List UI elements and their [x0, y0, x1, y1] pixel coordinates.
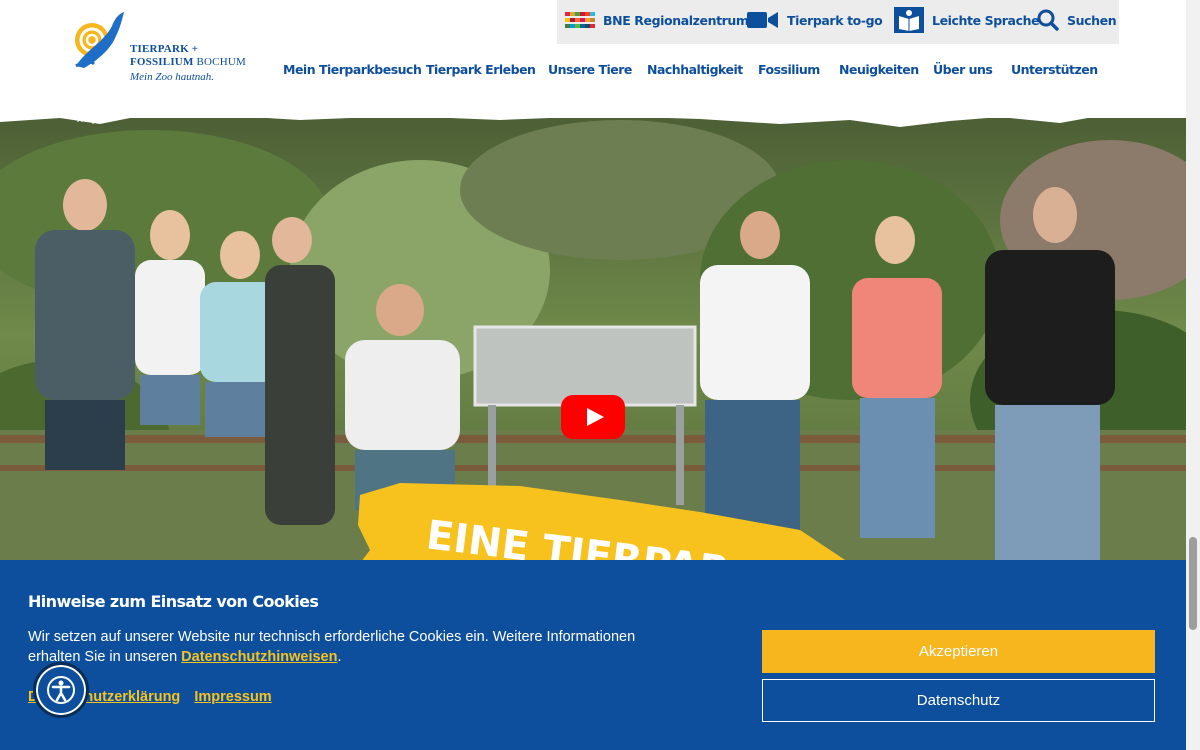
logo-line-2-bold: FOSSILIUM	[130, 56, 194, 68]
logo-line-2-thin: BOCHUM	[193, 56, 246, 68]
accept-cookies-button[interactable]: Akzeptieren	[762, 630, 1155, 673]
utility-label-to-go: Tierpark to-go	[787, 12, 883, 28]
utility-label-bne: BNE Regionalzentrum	[603, 12, 749, 28]
cookie-text-end: .	[337, 649, 342, 665]
utility-link-search[interactable]: Suchen	[1037, 0, 1117, 40]
imprint-link[interactable]: Impressum	[194, 689, 271, 705]
nav-item-fossilium[interactable]: Fossilium	[758, 62, 820, 77]
nav-item-neuigkeiten[interactable]: Neuigkeiten	[839, 62, 919, 77]
nav-item-nachhaltigkeit[interactable]: Nachhaltigkeit	[647, 62, 743, 77]
logo-line-2: FOSSILIUM BOCHUM	[130, 56, 246, 68]
accessibility-button[interactable]	[33, 662, 89, 718]
accessibility-person-icon	[47, 676, 75, 704]
tierpark-logo[interactable]: TIERPARK + FOSSILIUM BOCHUM Mein Zoo hau…	[72, 8, 262, 88]
utility-link-to-go[interactable]: Tierpark to-go	[747, 0, 883, 40]
youtube-play-icon[interactable]	[561, 395, 625, 439]
logo-line-1: TIERPARK +	[130, 43, 199, 55]
nav-item-ueber-uns[interactable]: Über uns	[933, 62, 993, 77]
nav-item-unterstuetzen[interactable]: Unterstützen	[1011, 62, 1098, 77]
utility-link-bne[interactable]: BNE Regionalzentrum	[565, 0, 749, 40]
easy-language-book-icon	[894, 7, 924, 33]
torn-paper-edge	[0, 96, 1186, 127]
cookie-title: Hinweise zum Einsatz von Cookies	[28, 592, 319, 611]
cookie-privacy-notice-link[interactable]: Datenschutzhinweisen	[181, 649, 337, 665]
utility-navigation: BNE Regionalzentrum Tierpark to-go Leich…	[557, 0, 1119, 44]
hero-video[interactable]: EINE TIERPAR	[0, 100, 1186, 570]
utility-label-search: Suchen	[1067, 12, 1117, 28]
search-icon	[1037, 9, 1059, 31]
sdg-grid-icon	[565, 12, 595, 28]
privacy-settings-button[interactable]: Datenschutz	[762, 679, 1155, 722]
utility-link-leichte-sprache[interactable]: Leichte Sprache	[894, 0, 1040, 40]
nav-item-unsere-tiere[interactable]: Unsere Tiere	[548, 62, 632, 77]
scrollbar-thumb[interactable]	[1189, 537, 1197, 630]
nav-item-tierpark-erleben[interactable]: Tierpark Erleben	[426, 62, 536, 77]
logo-tagline: Mein Zoo hautnah.	[130, 71, 215, 83]
hero-video-thumbnail: EINE TIERPAR	[0, 100, 1186, 570]
page-scrollbar[interactable]	[1186, 0, 1200, 750]
video-camera-icon	[747, 12, 778, 28]
cookie-banner: Hinweise zum Einsatz von Cookies Wir set…	[0, 560, 1186, 750]
utility-label-leichte-sprache: Leichte Sprache	[932, 12, 1040, 28]
seal-snail-logo-icon	[75, 12, 124, 68]
cookie-text: Wir setzen auf unserer Website nur techn…	[28, 627, 668, 667]
nav-item-mein-tierparkbesuch[interactable]: Mein Tierparkbesuch	[283, 62, 422, 77]
